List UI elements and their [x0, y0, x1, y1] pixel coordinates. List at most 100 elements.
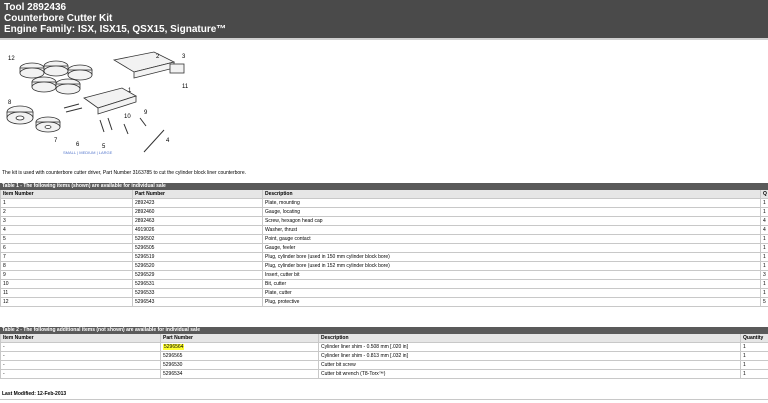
cell-part-number: 2892423 [132, 199, 262, 207]
cell-description: Cylinder liner shim - 0.508 mm [.020 in] [318, 343, 740, 351]
cell-item-number: 12 [0, 298, 132, 306]
cell-quantity: 1 [760, 208, 768, 216]
cell-part-number: 5296529 [132, 271, 262, 279]
illustration-size-links[interactable]: SMALL | MEDIUM | LARGE [63, 150, 112, 155]
cell-quantity: 1 [760, 199, 768, 207]
table-row: 3 2892463 Screw, hexagon head cap 4 [0, 217, 768, 226]
cell-quantity: 1 [760, 235, 768, 243]
callout-6: 6 [76, 142, 80, 148]
table-row: 6 5296505 Gauge, feeler 1 [0, 244, 768, 253]
last-modified: Last Modified: 12-Feb-2013 [2, 391, 67, 397]
col-description: Description [318, 334, 740, 342]
callout-7: 7 [54, 138, 58, 144]
page-header: Tool 2892436 Counterbore Cutter Kit Engi… [0, 0, 768, 38]
tool-name: Counterbore Cutter Kit [4, 13, 113, 24]
cell-part-number: 4919026 [132, 226, 262, 234]
highlighted-part-number: 5296564 [163, 344, 185, 350]
cell-quantity: 4 [760, 226, 768, 234]
cell-quantity: 1 [760, 289, 768, 297]
cell-description: Plug, cylinder bore (used in 150 mm cyli… [262, 253, 760, 261]
col-description: Description [262, 190, 760, 198]
cell-item-number: 9 [0, 271, 132, 279]
col-item-number: Item Number [0, 334, 160, 342]
cell-description: Cutter bit wrench (T8-Torx™) [318, 370, 740, 378]
cell-quantity: 1 [760, 253, 768, 261]
cell-description: Washer, thrust [262, 226, 760, 234]
callout-10: 10 [124, 114, 131, 120]
cell-item-number: 3 [0, 217, 132, 225]
cell-item-number: 1 [0, 199, 132, 207]
cell-quantity: 4 [760, 217, 768, 225]
cell-description: Gauge, locating [262, 208, 760, 216]
cell-quantity: 1 [740, 343, 768, 351]
cell-description: Insert, cutter bit [262, 271, 760, 279]
cell-quantity: 1 [760, 262, 768, 270]
cell-description: Plug, protective [262, 298, 760, 306]
callout-11: 11 [182, 84, 189, 90]
col-quantity: Q [760, 190, 768, 198]
table-row: 10 5296531 Bit, cutter 1 [0, 280, 768, 289]
cell-part-number: 5296543 [132, 298, 262, 306]
table-1-header: Item Number Part Number Description Q [0, 190, 768, 199]
cell-description: Gauge, feeler [262, 244, 760, 252]
col-item-number: Item Number [0, 190, 132, 198]
cell-part-number: 5296520 [132, 262, 262, 270]
cell-description: Cutter bit screw [318, 361, 740, 369]
cell-description: Bit, cutter [262, 280, 760, 288]
cell-quantity: 1 [740, 352, 768, 360]
cell-description: Screw, hexagon head cap [262, 217, 760, 225]
callout-12: 12 [8, 56, 15, 62]
cell-description: Plate, cutter [262, 289, 760, 297]
cell-description: Cylinder liner shim - 0.813 mm [.032 in] [318, 352, 740, 360]
footer-separator [0, 399, 768, 400]
cell-item-number: 11 [0, 289, 132, 297]
cell-quantity: 5 [760, 298, 768, 306]
tool-number: Tool 2892436 [4, 2, 67, 13]
cell-description: Plate, mounting [262, 199, 760, 207]
table-row: -5296530 Cutter bit screw 1 [0, 361, 768, 370]
cell-part-number: 5296519 [132, 253, 262, 261]
cell-part-number: 5296502 [132, 235, 262, 243]
cell-item-number: 7 [0, 253, 132, 261]
header-separator [0, 38, 768, 40]
cell-item-number: - [0, 361, 160, 369]
table-row: 11 5296533 Plate, cutter 1 [0, 289, 768, 298]
cell-part-number: 5296534 [160, 370, 318, 378]
cell-item-number: 5 [0, 235, 132, 243]
callout-8: 8 [8, 100, 12, 106]
cell-part-number: 5296531 [132, 280, 262, 288]
table-row: 2 2892460 Gauge, locating 1 [0, 208, 768, 217]
cell-part-number: 2892463 [132, 217, 262, 225]
callout-3: 3 [182, 54, 186, 60]
cell-part-number: 5296564 [160, 343, 318, 351]
cell-part-number: 5296530 [160, 361, 318, 369]
table-row: -5296534 Cutter bit wrench (T8-Torx™) 1 [0, 370, 768, 379]
cell-quantity: 3 [760, 271, 768, 279]
table-2-header: Item Number Part Number Description Quan… [0, 334, 768, 343]
table-row: 7 5296519 Plug, cylinder bore (used in 150… [0, 253, 768, 262]
cell-item-number: - [0, 370, 160, 378]
table-2: Table 2 - The following additional items… [0, 327, 768, 379]
cell-quantity: 1 [760, 244, 768, 252]
cell-description: Point, gauge contact [262, 235, 760, 243]
table-row: -5296565 Cylinder liner shim - 0.813 mm [… [0, 352, 768, 361]
col-quantity: Quantity [740, 334, 768, 342]
callout-4: 4 [166, 138, 170, 144]
table-row: 4 4919026 Washer, thrust 4 [0, 226, 768, 235]
cell-quantity: 1 [760, 280, 768, 288]
cell-item-number: 10 [0, 280, 132, 288]
cell-part-number: 5296505 [132, 244, 262, 252]
table-1-title: Table 1 - The following items (shown) ar… [0, 183, 768, 190]
engine-family: Engine Family: ISX, ISX15, QSX15, Signat… [4, 24, 227, 35]
table-row: 12 5296543 Plug, protective 5 [0, 298, 768, 307]
cell-description: Plug, cylinder bore (used in 152 mm cyli… [262, 262, 760, 270]
cell-quantity: 1 [740, 361, 768, 369]
col-part-number: Part Number [132, 190, 262, 198]
col-part-number: Part Number [160, 334, 318, 342]
table-row: -5296564 Cylinder liner shim - 0.508 mm [… [0, 343, 768, 352]
callout-9: 9 [144, 110, 148, 116]
kit-illustration: 12 2 3 11 1 10 9 8 7 6 5 4 [6, 51, 189, 153]
cell-item-number: 4 [0, 226, 132, 234]
table-row: 8 5296520 Plug, cylinder bore (used in 152… [0, 262, 768, 271]
cell-part-number: 2892460 [132, 208, 262, 216]
